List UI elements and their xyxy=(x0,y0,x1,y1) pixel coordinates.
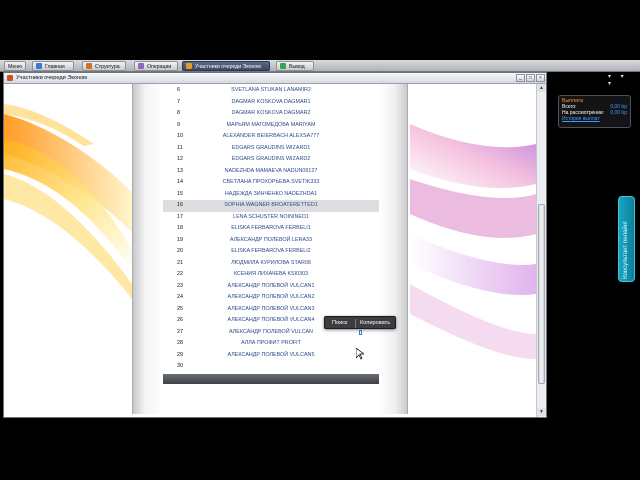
tab-label: Структура xyxy=(95,64,120,70)
window-app-icon xyxy=(7,75,13,81)
context-menu: Поиск Копировать xyxy=(324,316,396,329)
window-title: Участники очереди Эконом xyxy=(16,75,88,81)
list-row[interactable]: 14 СВЕТЛАНА ПРОХОРЬЕВА SVETIK333 xyxy=(163,177,379,189)
list-row[interactable]: 24 АЛЕКСАНДР ПОЛЕВОЙ VULCAN2 xyxy=(163,292,379,304)
window-titlebar[interactable]: Участники очереди Эконом _ □ × xyxy=(4,73,546,84)
tab-item[interactable]: Структура xyxy=(82,61,126,71)
participant-list[interactable]: 6 SVETLANA STUKAN LANAMIR2 7 DAGMAR KOSKOVA… xyxy=(163,84,379,384)
row-participant-name: DAGMAR KOSKOVA DAGMAR1 xyxy=(231,98,311,105)
maximize-button[interactable]: □ xyxy=(526,74,535,82)
list-row[interactable]: 13 NADEZHDA MAMAEVA NADUN09127 xyxy=(163,166,379,178)
row-participant-name: АЛЕКСАНДР ПОЛЕВОЙ VULCAN5 xyxy=(227,351,315,358)
consultant-label: Консультант онлайн! xyxy=(623,221,629,279)
tab-label: Меню xyxy=(8,64,23,70)
row-participant-name: SVETLANA STUKAN LANAMIR2 xyxy=(231,87,311,93)
text-caret xyxy=(359,330,362,335)
balance-review-value: 0,00 bp xyxy=(610,110,627,116)
row-participant-name: ELISKA FERBAROVA FERBELI2 xyxy=(231,248,311,254)
row-participant-name: LENA SCHUSTER NOININED1 xyxy=(233,213,309,220)
list-row[interactable]: 29 АЛЕКСАНДР ПОЛЕВОЙ VULCAN5 xyxy=(163,350,379,362)
tab-item[interactable]: Операции xyxy=(134,61,178,71)
tab-icon xyxy=(186,63,192,69)
tab-item[interactable]: Участники очереди Эконом xyxy=(182,61,270,71)
list-row[interactable]: 23 АЛЕКСАНДР ПОЛЕВОЙ VULCAN1 xyxy=(163,281,379,293)
scroll-up-icon[interactable]: ▲ xyxy=(537,84,546,92)
copy-menu-item[interactable]: Копировать xyxy=(360,320,390,326)
search-menu-item[interactable]: Поиск xyxy=(332,320,348,326)
tab-icon xyxy=(36,63,42,69)
scroll-down-icon[interactable]: ▼ xyxy=(537,408,546,416)
minimize-button[interactable]: _ xyxy=(516,74,525,82)
list-row[interactable]: 19 АЛЕКСАНДР ПОЛЕВОЙ LERA33 xyxy=(163,235,379,247)
row-participant-name: АЛЕКСАНДР ПОЛЕВОЙ VULCAN2 xyxy=(227,294,315,300)
row-participant-name: АЛЕКСАНДР ПОЛЕВОЙ VULCAN3 xyxy=(227,305,315,312)
mouse-cursor-icon xyxy=(356,348,364,360)
tab-label: Главная xyxy=(45,64,65,70)
vertical-scrollbar[interactable]: ▲ ▼ xyxy=(536,84,546,417)
tab-label: Вывод xyxy=(289,64,305,70)
list-row[interactable]: 15 НАДЕЖДА ЗИНЧЕНКО NADEZHDA1 xyxy=(163,189,379,201)
queue-window: Участники очереди Эконом _ □ × 6 SVETLAN… xyxy=(3,72,547,418)
list-panel: 6 SVETLANA STUKAN LANAMIR2 7 DAGMAR KOSKOVA… xyxy=(132,84,408,414)
tab-menu[interactable]: Меню xyxy=(4,61,26,71)
list-row[interactable]: 9 МАРЬЯМ МАГОМЕДОВА MARIYAM xyxy=(163,120,379,132)
row-participant-name: ЛЮДМИЛА КУРИЛОВА STAR08 xyxy=(231,259,311,266)
list-row[interactable]: 11 EDGARS GRAUDINS WIZARD1 xyxy=(163,143,379,155)
row-participant-name: НАДЕЖДА ЗИНЧЕНКО NADEZHDA1 xyxy=(224,190,318,197)
list-row[interactable]: 25 АЛЕКСАНДР ПОЛЕВОЙ VULCAN3 xyxy=(163,304,379,316)
tab-item[interactable]: Вывод xyxy=(276,61,314,71)
tab-icon xyxy=(86,63,92,69)
tab-label: Операции xyxy=(147,64,172,70)
row-participant-name: NADEZHDA MAMAEVA NADUN09127 xyxy=(224,167,318,174)
tab-icon xyxy=(138,63,144,69)
row-participant-name: СВЕТЛАНА ПРОХОРЬЕВА SVETIK333 xyxy=(222,179,320,185)
tab-bar: Меню Главная Структура Операции Участники оч… xyxy=(0,60,640,72)
balance-widget: Выплата Всего: 0,00 bp На рассмотрении: … xyxy=(558,95,631,128)
tab-icon xyxy=(280,63,286,69)
row-participant-name: EDGARS GRAUDINS WIZARD2 xyxy=(231,156,311,162)
row-number: 30 xyxy=(177,363,183,369)
row-participant-name: АЛЕКСАНДР ПОЛЕВОЙ VULCAN1 xyxy=(227,282,315,289)
balance-review-row: На рассмотрении: 0,00 bp xyxy=(562,110,627,116)
list-row[interactable]: 22 КСЕНИЯ ЛИХАЧЕВА KSI0303 xyxy=(163,269,379,281)
list-row[interactable]: 30 xyxy=(163,361,379,373)
scroll-thumb[interactable] xyxy=(538,204,545,384)
list-row[interactable]: 16 SOPHIA WAGNER BROATERETTED1 xyxy=(163,200,379,212)
row-participant-name: КСЕНИЯ ЛИХАЧЕВА KSI0303 xyxy=(233,271,309,277)
payout-history-link[interactable]: История выплат xyxy=(562,116,627,122)
list-footer-bar xyxy=(163,374,379,384)
tab-label: Участники очереди Эконом xyxy=(195,64,261,70)
list-row[interactable]: 10 ALEXANDER BEIERBACH ALEXSA777 xyxy=(163,131,379,143)
row-participant-name: АЛЕКСАНДР ПОЛЕВОЙ LERA33 xyxy=(229,236,313,243)
list-row[interactable]: 28 АЛЛА ПРОФИТ PROFIT xyxy=(163,338,379,350)
row-participant-name: EDGARS GRAUDINS WIZARD1 xyxy=(231,144,311,151)
list-row[interactable]: 20 ELISKA FERBAROVA FERBELI2 xyxy=(163,246,379,258)
list-row[interactable]: 21 ЛЮДМИЛА КУРИЛОВА STAR08 xyxy=(163,258,379,270)
consultant-online-button[interactable]: Консультант онлайн! xyxy=(618,196,635,282)
panel-controls[interactable]: ▾ ▾ ▾ xyxy=(608,73,640,87)
row-participant-name: ALEXANDER BEIERBACH ALEXSA777 xyxy=(222,133,320,139)
list-row[interactable]: 17 LENA SCHUSTER NOININED1 xyxy=(163,212,379,224)
list-row[interactable]: 12 EDGARS GRAUDINS WIZARD2 xyxy=(163,154,379,166)
window-content: 6 SVETLANA STUKAN LANAMIR2 7 DAGMAR KOSKOVA… xyxy=(4,84,536,417)
menu-separator xyxy=(355,319,356,328)
row-participant-name: ELISKA FERBAROVA FERBELI1 xyxy=(231,225,311,231)
tab-item[interactable]: Главная xyxy=(32,61,74,71)
list-row[interactable]: 7 DAGMAR KOSKOVA DAGMAR1 xyxy=(163,97,379,109)
row-participant-name: SOPHIA WAGNER BROATERETTED1 xyxy=(224,202,318,208)
row-participant-name: АЛЛА ПРОФИТ PROFIT xyxy=(241,340,301,346)
list-row[interactable]: 8 DAGMAR KOSKOVA DAGMAR2 xyxy=(163,108,379,120)
row-participant-name: МАРЬЯМ МАГОМЕДОВА MARIYAM xyxy=(226,121,316,128)
close-button[interactable]: × xyxy=(536,74,545,82)
list-row[interactable]: 18 ELISKA FERBAROVA FERBELI1 xyxy=(163,223,379,235)
balance-review-label: На рассмотрении: xyxy=(562,110,605,116)
list-row[interactable]: 6 SVETLANA STUKAN LANAMIR2 xyxy=(163,85,379,97)
row-participant-name: DAGMAR KOSKOVA DAGMAR2 xyxy=(231,110,311,116)
